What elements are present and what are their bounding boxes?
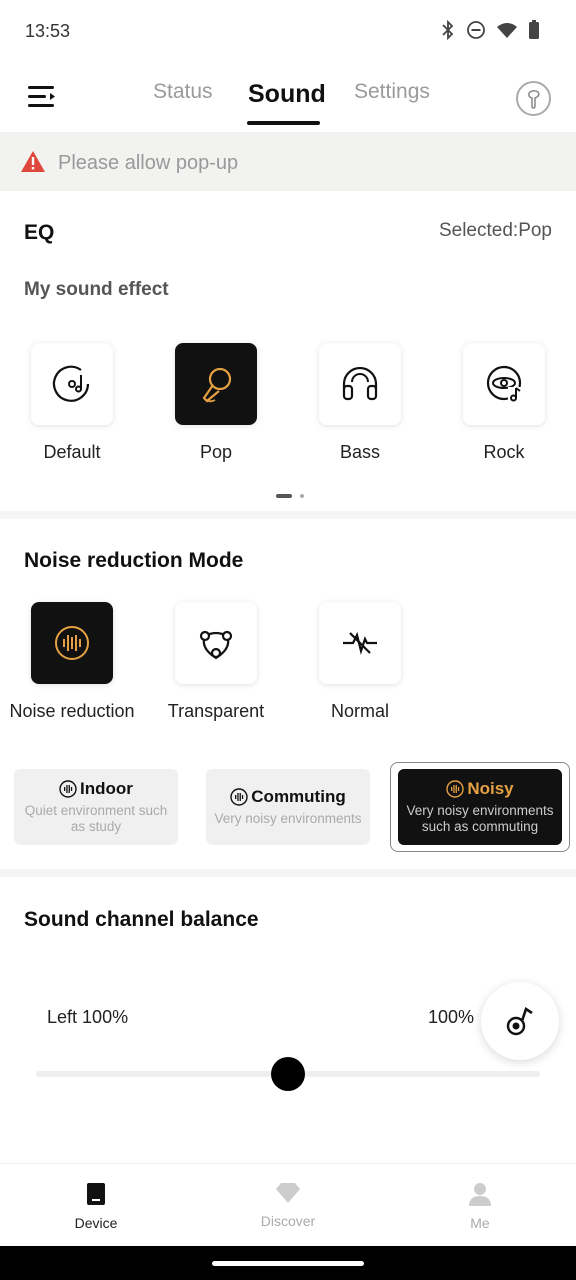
tab-settings[interactable]: Settings — [354, 80, 430, 104]
nav-discover[interactable]: Discover — [228, 1182, 348, 1229]
app-header: Status Sound Settings — [0, 62, 576, 132]
balance-left-label: Left 100% — [47, 1007, 129, 1027]
balance-slider-thumb[interactable] — [271, 1057, 305, 1091]
mode-card-desc: Very noisy environments such as commutin… — [406, 803, 554, 834]
eq-preset-label: Default — [43, 442, 101, 462]
noise-reduction-title: Noise reduction Mode — [24, 549, 244, 572]
eq-title: EQ — [24, 221, 55, 244]
mode-card-title: Noisy — [467, 779, 514, 798]
balance-right-value: 100% — [428, 1007, 475, 1027]
mode-card-title: Indoor — [80, 779, 133, 798]
rock-disc-icon — [486, 365, 522, 402]
transparent-icon — [199, 630, 233, 660]
eq-subtitle: My sound effect — [24, 279, 169, 300]
music-disc-icon — [52, 365, 90, 402]
bluetooth-icon — [442, 20, 454, 40]
bottom-navigation: Device Discover Me — [0, 1163, 576, 1246]
eq-section: EQ Selected:Pop My sound effect Default … — [0, 191, 576, 511]
mode-card-desc: Very noisy environments — [214, 811, 362, 826]
eq-selected-label: Selected:Pop — [438, 220, 552, 241]
warning-icon — [20, 150, 46, 178]
music-note-icon — [506, 1006, 533, 1036]
sound-wave-icon — [55, 626, 89, 660]
nav-label: Discover — [260, 1213, 316, 1229]
noise-reduction-section: Noise reduction Mode Noise reduction Tra… — [0, 519, 576, 869]
eq-preset-label: Rock — [483, 442, 525, 462]
mode-card-noisy[interactable]: Noisy Very noisy environments such as co… — [398, 769, 562, 845]
warning-text: Please allow pop-up — [58, 152, 239, 174]
nav-me[interactable]: Me — [420, 1182, 540, 1231]
nr-mode-normal[interactable]: Normal — [288, 602, 432, 722]
microphone-icon — [202, 367, 232, 403]
status-time: 13:53 — [25, 21, 71, 41]
channel-balance-section: Sound channel balance Left 100% 100% — [0, 877, 576, 1163]
eq-preset-pop[interactable]: Pop — [166, 343, 266, 463]
nav-device[interactable]: Device — [36, 1182, 156, 1231]
system-navigation-bar — [0, 1246, 576, 1280]
eq-preset-label: Bass — [339, 442, 381, 462]
balance-title: Sound channel balance — [24, 908, 259, 931]
music-fab-button[interactable] — [481, 982, 559, 1060]
mode-card-desc: Quiet environment such as study — [24, 803, 168, 834]
sound-wave-icon — [230, 788, 248, 806]
tab-status[interactable]: Status — [153, 80, 213, 104]
status-bar: 13:53 — [0, 0, 576, 62]
sound-wave-icon — [59, 780, 77, 798]
tab-sound[interactable]: Sound — [248, 80, 326, 109]
popup-warning-banner[interactable]: Please allow pop-up — [0, 132, 576, 191]
eq-preset-bass[interactable]: Bass — [310, 343, 410, 463]
mode-card-commuting[interactable]: Commuting Very noisy environments — [206, 769, 370, 845]
normal-off-icon — [343, 631, 377, 655]
nr-mode-label: Transparent — [167, 701, 265, 721]
mode-card-title: Commuting — [251, 787, 346, 806]
diamond-icon — [276, 1183, 300, 1203]
earbud-icon — [528, 89, 540, 109]
nr-mode-noise-reduction[interactable]: Noise reduction — [0, 602, 144, 722]
active-tab-indicator — [247, 121, 320, 125]
device-icon — [87, 1183, 105, 1205]
eq-page-indicator — [276, 494, 304, 498]
wifi-icon — [497, 23, 517, 38]
nr-mode-label: Normal — [330, 701, 389, 721]
mode-card-indoor[interactable]: Indoor Quiet environment such as study — [14, 769, 178, 845]
nr-mode-transparent[interactable]: Transparent — [144, 602, 288, 722]
nav-label: Device — [74, 1215, 118, 1231]
eq-preset-default[interactable]: Default — [22, 343, 122, 463]
eq-preset-rock[interactable]: Rock — [454, 343, 554, 463]
nr-mode-label: Noise reduction — [9, 701, 135, 721]
sound-wave-icon — [446, 780, 465, 798]
battery-icon — [529, 20, 539, 39]
headphones-icon — [342, 366, 378, 401]
person-icon — [469, 1183, 491, 1206]
home-gesture-handle[interactable] — [212, 1261, 364, 1266]
earbud-button[interactable] — [516, 81, 551, 116]
nav-label: Me — [470, 1215, 490, 1231]
eq-preset-label: Pop — [199, 442, 233, 462]
do-not-disturb-icon — [467, 21, 485, 39]
